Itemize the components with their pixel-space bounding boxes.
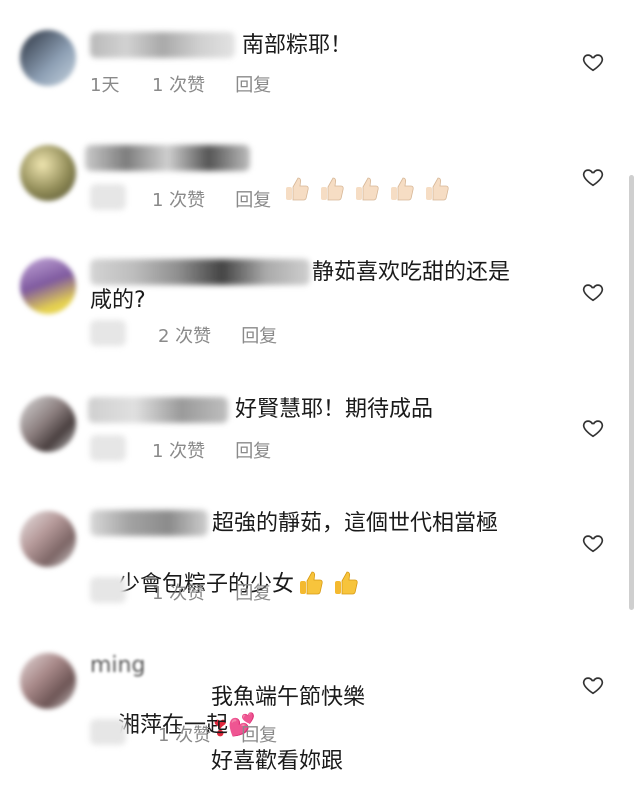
heart-icon[interactable] (582, 674, 604, 696)
username-blurred[interactable] (85, 145, 250, 171)
heart-icon[interactable] (582, 166, 604, 188)
comment-text (255, 143, 640, 239)
comment-text: 好賢慧耶！期待成品 (235, 397, 434, 422)
comment-time: 1天 (90, 75, 120, 96)
heart-icon[interactable] (582, 532, 604, 554)
reply-button[interactable]: 回复 (235, 71, 271, 97)
reply-button[interactable]: 回复 (241, 322, 277, 348)
comment-time (90, 319, 152, 351)
likes-count[interactable]: 1 次赞 (152, 437, 205, 463)
likes-count[interactable]: 2 次赞 (158, 322, 211, 348)
scrollbar[interactable] (629, 175, 634, 610)
comment-time (90, 434, 146, 466)
username-blurred[interactable] (90, 510, 208, 536)
avatar[interactable] (20, 258, 76, 314)
comment-time (90, 183, 146, 215)
reply-button[interactable]: 回复 (235, 579, 271, 605)
likes-count[interactable]: 1 次赞 (152, 186, 205, 212)
reply-button[interactable]: 回复 (235, 437, 271, 463)
comment-text: 南部粽耶！ (242, 33, 353, 58)
avatar[interactable] (20, 653, 76, 709)
avatar[interactable] (20, 396, 76, 452)
username-blurred[interactable] (90, 259, 310, 285)
comment-time (90, 718, 152, 750)
username-blurred[interactable] (88, 397, 228, 423)
comment-meta: 1 次赞 回复 (90, 434, 271, 466)
comment-text: 超強的靜茹，這個世代相當極 (212, 511, 499, 536)
thumbs-up-emoji (283, 177, 458, 203)
avatar[interactable] (20, 30, 76, 86)
reply-button[interactable]: 回复 (241, 721, 277, 747)
comment-meta: 1 次赞 回复 (90, 576, 271, 608)
thumbs-up-emoji (294, 571, 367, 597)
likes-count[interactable]: 1 次赞 (158, 721, 211, 747)
comment-meta: 1 次赞 回复 (90, 718, 277, 750)
avatar[interactable] (20, 145, 76, 201)
comment-meta: 1天 1 次赞 回复 (90, 69, 271, 99)
comment-time (90, 576, 146, 608)
reply-button[interactable]: 回复 (235, 186, 271, 212)
comment-meta: 2 次赞 回复 (90, 319, 277, 351)
likes-count[interactable]: 1 次赞 (152, 579, 205, 605)
comment-meta: 1 次赞 回复 (90, 183, 271, 215)
heart-icon[interactable] (582, 281, 604, 303)
heart-icon[interactable] (582, 51, 604, 73)
username-blurred[interactable] (90, 32, 235, 58)
comment-text-line2: 咸的? (90, 288, 146, 313)
heart-icon[interactable] (582, 417, 604, 439)
likes-count[interactable]: 1 次赞 (152, 71, 205, 97)
avatar[interactable] (20, 511, 76, 567)
